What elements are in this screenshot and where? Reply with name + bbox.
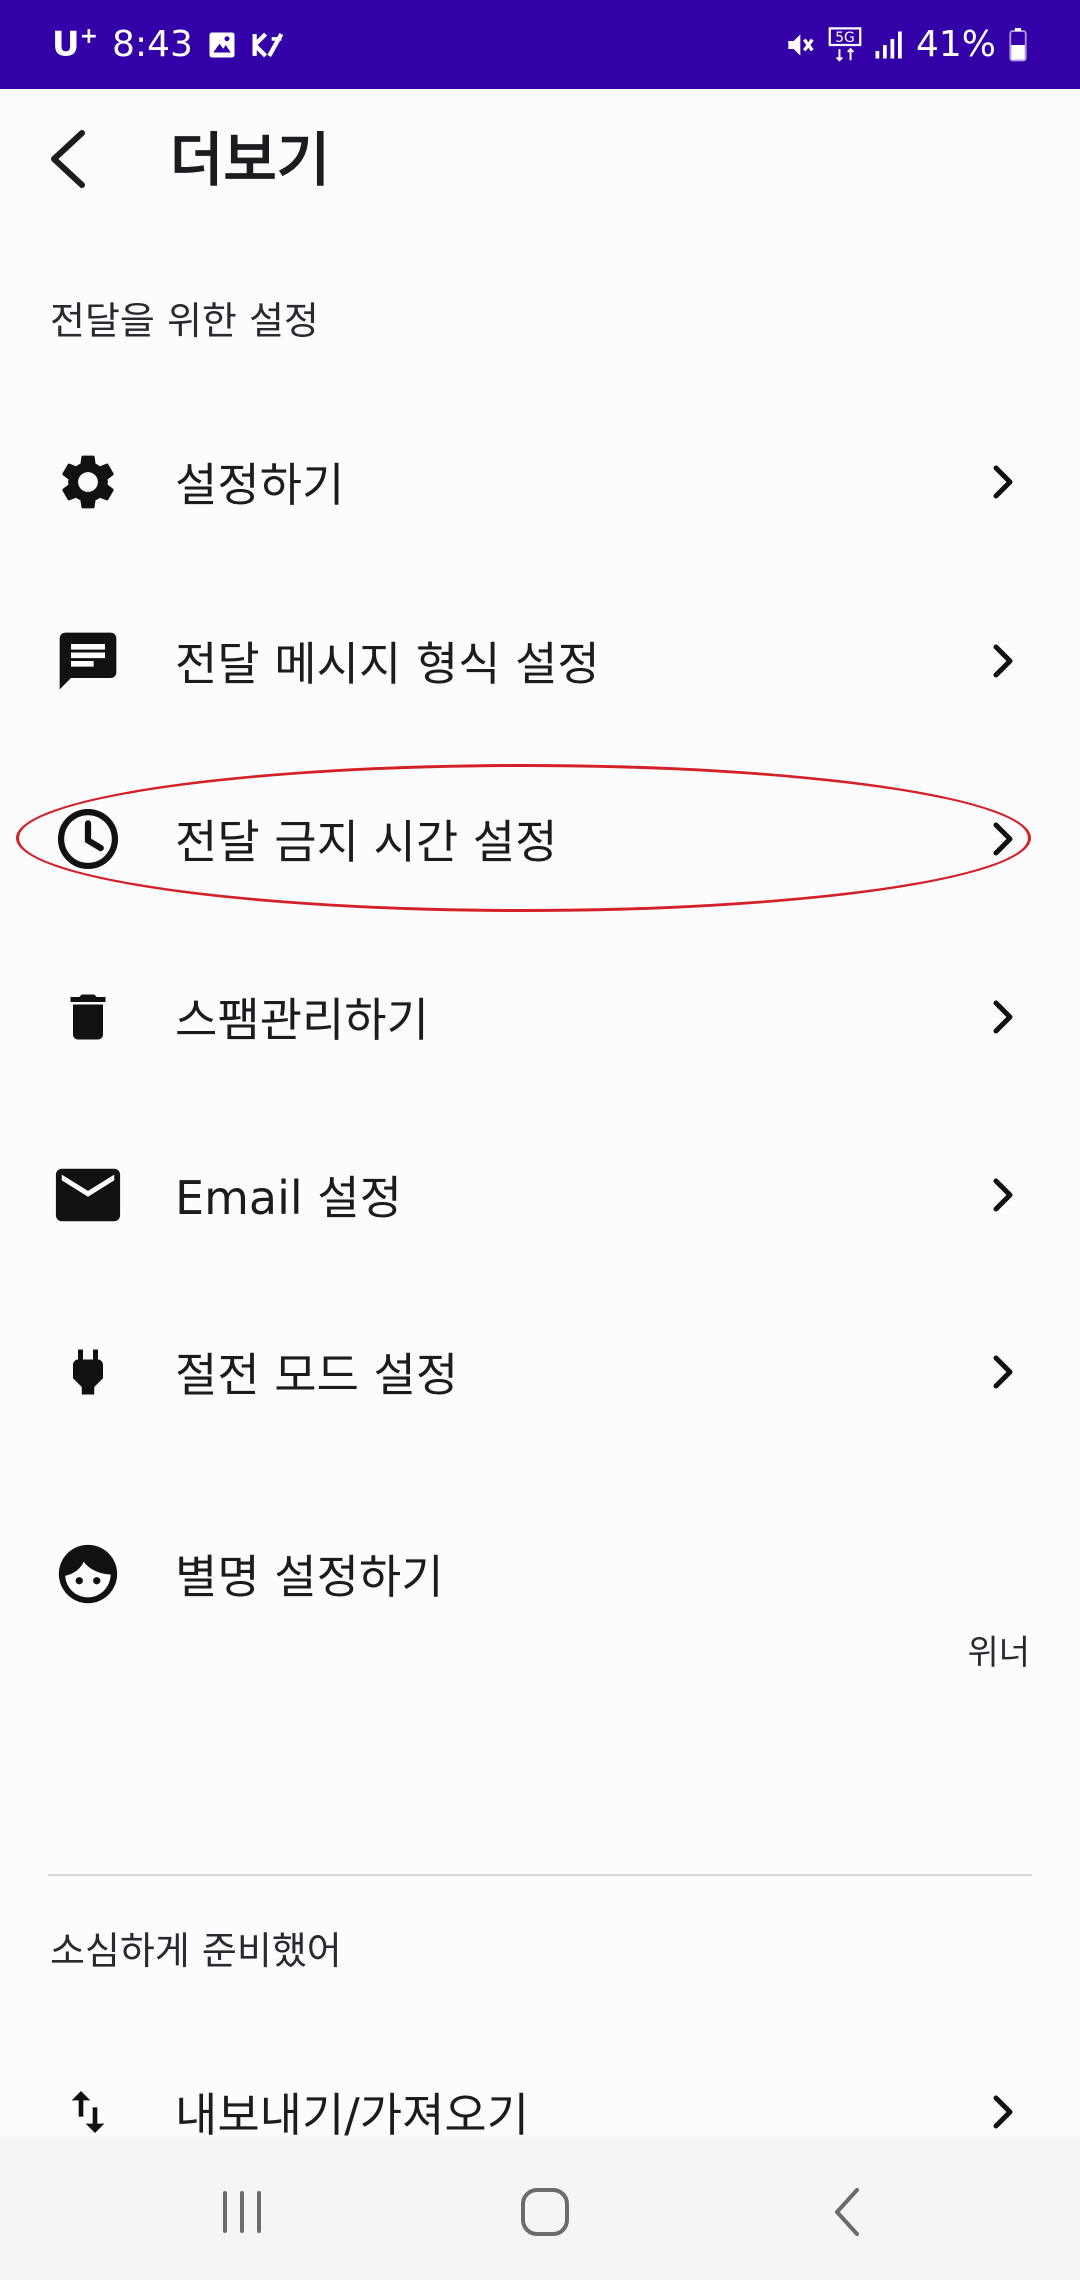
app-bar: 더보기 (0, 89, 1080, 254)
menu-item-label: 절전 모드 설정 (175, 1348, 459, 1402)
system-nav-bar (0, 2137, 1080, 2280)
face-icon (50, 1536, 126, 1612)
menu-item-settings[interactable]: 설정하기 (0, 393, 1080, 571)
menu-item-nickname[interactable]: 별명 설정하기 (0, 1485, 1080, 1663)
menu-item-label: 전달 메시지 형식 설정 (175, 637, 600, 691)
chevron-right-icon (978, 1170, 1028, 1220)
chevron-right-icon (978, 992, 1028, 1042)
recent-apps-button[interactable] (197, 2167, 287, 2257)
menu-item-message-format[interactable]: 전달 메시지 형식 설정 (0, 572, 1080, 750)
gear-icon (50, 444, 126, 520)
mail-icon (50, 1157, 126, 1233)
menu-item-spam[interactable]: 스팸관리하기 (0, 928, 1080, 1106)
menu-item-power-saving[interactable]: 절전 모드 설정 (0, 1283, 1080, 1461)
section-divider (48, 1874, 1032, 1876)
nickname-value: 위너 (967, 1633, 1030, 1673)
menu-item-label: 스팸관리하기 (175, 993, 429, 1047)
menu-item-label: 설정하기 (175, 458, 345, 512)
system-back-icon (835, 2188, 859, 2236)
trash-icon (50, 979, 126, 1055)
menu-item-email[interactable]: Email 설정 (0, 1106, 1080, 1284)
svg-text:5G: 5G (835, 30, 855, 46)
chevron-right-icon (978, 636, 1028, 686)
chevron-right-icon (978, 457, 1028, 507)
highlight-ring (16, 764, 1031, 912)
battery-percent: 41% (915, 24, 996, 65)
back-button[interactable] (28, 119, 108, 199)
home-button[interactable] (500, 2167, 590, 2257)
carrier-label: U+ (52, 24, 99, 65)
status-bar: U+ 8:43 5G 41% (0, 0, 1080, 89)
chevron-right-icon (978, 1347, 1028, 1397)
page-title: 더보기 (170, 126, 331, 194)
gallery-icon (207, 30, 237, 60)
message-icon (50, 623, 126, 699)
home-icon (521, 2188, 569, 2236)
app-notification-icon (251, 30, 285, 60)
menu-item-label: 내보내기/가져오기 (175, 2088, 530, 2142)
mute-icon (782, 29, 816, 61)
chevron-right-icon (978, 2087, 1028, 2137)
section-header-delivery-settings: 전달을 위한 설정 (50, 299, 319, 343)
battery-icon (1008, 27, 1028, 62)
section-header-extras: 소심하게 준비했어 (50, 1929, 342, 1973)
recent-apps-icon (223, 2191, 261, 2233)
signal-icon (874, 29, 904, 61)
menu-item-label: 별명 설정하기 (175, 1550, 444, 1604)
back-arrow-icon (51, 130, 85, 188)
5g-icon: 5G (828, 26, 862, 63)
menu-item-label: Email 설정 (175, 1171, 402, 1225)
plug-icon (50, 1334, 126, 1410)
status-time: 8:43 (112, 24, 193, 65)
system-back-button[interactable] (802, 2167, 892, 2257)
